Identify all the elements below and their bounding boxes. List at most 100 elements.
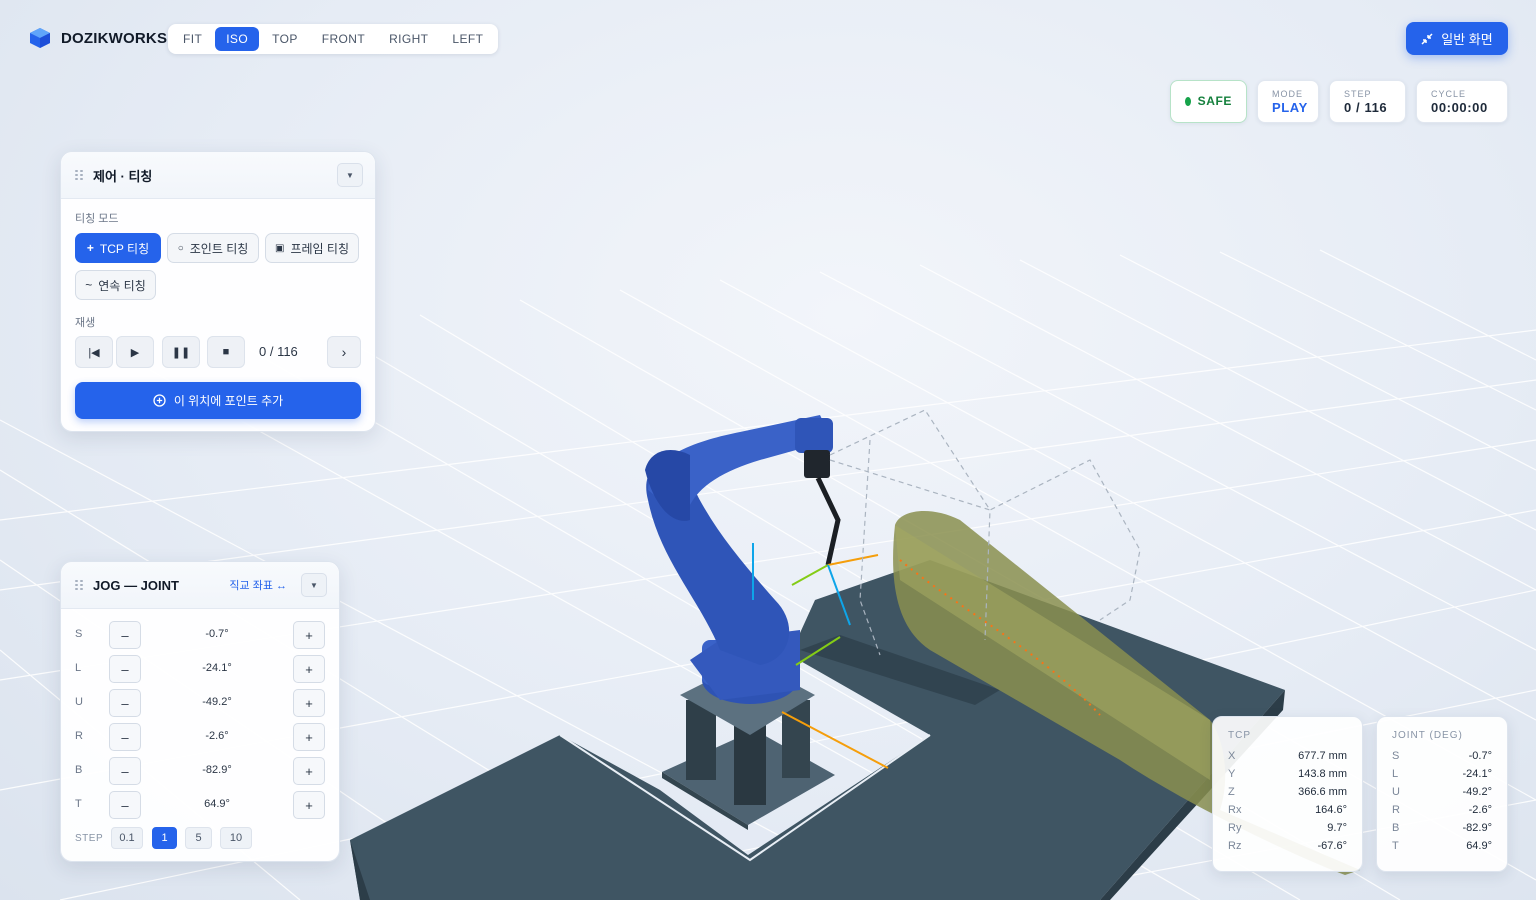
tcp-key: Rx bbox=[1228, 804, 1242, 816]
jog-joint-panel: JOG — JOINT 직교 좌표 ↔ ▼ S – -0.7° + L – -2… bbox=[60, 561, 340, 862]
joint-icon: ○ bbox=[177, 242, 184, 254]
joint-name: B bbox=[75, 764, 83, 776]
tcp-value: 9.7° bbox=[1327, 822, 1347, 834]
tcp-key: Y bbox=[1228, 768, 1236, 780]
joint-readout-row: U -49.2° bbox=[1392, 783, 1492, 801]
joint-readout-row: B -82.9° bbox=[1392, 819, 1492, 837]
joint-key: L bbox=[1392, 768, 1399, 780]
safe-dot-icon bbox=[1185, 97, 1191, 106]
joint-value: -82.9° bbox=[1462, 822, 1492, 834]
joint-value: -24.1° bbox=[1462, 768, 1492, 780]
control-panel-title: 제어 · 티칭 bbox=[93, 168, 153, 184]
jog-panel-header[interactable]: JOG — JOINT 직교 좌표 ↔ ▼ bbox=[61, 562, 339, 609]
joint-key: R bbox=[1392, 804, 1400, 816]
playback-label: 재생 bbox=[75, 317, 96, 329]
joint-t-minus-button[interactable]: – bbox=[109, 791, 141, 819]
tcp-teach-button[interactable]: + TCP 티칭 bbox=[75, 233, 161, 263]
joint-name: T bbox=[75, 798, 82, 810]
cycle-value: 00:00:00 bbox=[1431, 99, 1488, 115]
tcp-readout-panel: TCP X 677.7 mm Y 143.8 mm Z 366.6 mm Rx 164.… bbox=[1212, 716, 1363, 872]
view-fit-button[interactable]: FIT bbox=[172, 27, 213, 51]
tcp-value: 164.6° bbox=[1315, 804, 1347, 816]
step-0-1-button[interactable]: 0.1 bbox=[111, 827, 143, 849]
stop-button[interactable]: ■ bbox=[207, 336, 245, 368]
tcp-key: Ry bbox=[1228, 822, 1242, 834]
joint-b-plus-button[interactable]: + bbox=[293, 757, 325, 785]
collapse-toggle-button[interactable]: ▼ bbox=[301, 573, 327, 597]
joint-row-r: R – -2.6° + bbox=[75, 723, 325, 751]
wave-icon: ~ bbox=[85, 278, 93, 292]
cartesian-toggle-link[interactable]: 직교 좌표 ↔ bbox=[229, 577, 287, 593]
joint-u-plus-button[interactable]: + bbox=[293, 689, 325, 717]
joint-row-l: L – -24.1° + bbox=[75, 655, 325, 683]
joint-readout-title: JOINT (DEG) bbox=[1392, 730, 1463, 741]
joint-key: U bbox=[1392, 786, 1400, 798]
joint-r-value: -2.6° bbox=[205, 730, 229, 742]
view-left-button[interactable]: LEFT bbox=[441, 27, 494, 51]
tcp-value: 143.8 mm bbox=[1298, 768, 1347, 780]
joint-t-plus-button[interactable]: + bbox=[293, 791, 325, 819]
view-toolbar: FIT ISO TOP FRONT RIGHT LEFT bbox=[168, 24, 499, 54]
joint-readout-panel: JOINT (DEG) S -0.7° L -24.1° U -49.2° R -2.6… bbox=[1376, 716, 1508, 872]
joint-value: -0.7° bbox=[1468, 750, 1492, 762]
tcp-key: Rz bbox=[1228, 840, 1242, 852]
tcp-key: X bbox=[1228, 750, 1236, 762]
control-panel-header[interactable]: 제어 · 티칭 ▼ bbox=[61, 152, 375, 199]
safety-status: SAFE bbox=[1197, 94, 1232, 108]
joint-row-s: S – -0.7° + bbox=[75, 621, 325, 649]
view-right-button[interactable]: RIGHT bbox=[378, 27, 439, 51]
step-10-button[interactable]: 10 bbox=[220, 827, 252, 849]
next-step-button[interactable]: › bbox=[327, 336, 361, 368]
view-iso-button[interactable]: ISO bbox=[215, 27, 260, 51]
step-5-button[interactable]: 5 bbox=[185, 827, 212, 849]
view-top-button[interactable]: TOP bbox=[261, 27, 309, 51]
add-circle-icon bbox=[153, 394, 166, 407]
tcp-value: 677.7 mm bbox=[1298, 750, 1347, 762]
joint-l-minus-button[interactable]: – bbox=[109, 655, 141, 683]
joint-row-u: U – -49.2° + bbox=[75, 689, 325, 717]
continuous-teach-button[interactable]: ~ 연속 티칭 bbox=[75, 270, 156, 300]
chevron-right-icon: › bbox=[341, 344, 347, 360]
tcp-readout-title: TCP bbox=[1228, 730, 1251, 741]
exit-fullscreen-button[interactable]: 일반 화면 bbox=[1406, 22, 1508, 55]
brand-name: DOZIKWORKS bbox=[61, 29, 168, 47]
collapse-toggle-button[interactable]: ▼ bbox=[337, 163, 363, 187]
joint-r-plus-button[interactable]: + bbox=[293, 723, 325, 751]
joint-key: S bbox=[1392, 750, 1400, 762]
drag-handle-icon[interactable] bbox=[75, 170, 83, 180]
joint-b-value: -82.9° bbox=[202, 764, 232, 776]
step-1-button[interactable]: 1 bbox=[152, 827, 177, 849]
collapse-arrows-icon bbox=[1421, 32, 1433, 45]
drag-handle-icon[interactable] bbox=[75, 580, 83, 590]
safety-status-badge: SAFE bbox=[1170, 80, 1247, 123]
joint-readout-row: S -0.7° bbox=[1392, 747, 1492, 765]
frame-teach-button[interactable]: ▣ 프레임 티칭 bbox=[265, 233, 359, 263]
brand: DOZIKWORKS bbox=[29, 27, 167, 49]
joint-u-minus-button[interactable]: – bbox=[109, 689, 141, 717]
joint-s-value: -0.7° bbox=[205, 628, 229, 640]
pause-icon: ❚❚ bbox=[171, 346, 191, 359]
step-value: 0 / 116 bbox=[1344, 99, 1388, 115]
play-icon: ▶ bbox=[130, 346, 140, 359]
view-front-button[interactable]: FRONT bbox=[311, 27, 376, 51]
tcp-row-rx: Rx 164.6° bbox=[1228, 801, 1347, 819]
step-label: STEP bbox=[1344, 88, 1372, 99]
pause-button[interactable]: ❚❚ bbox=[162, 336, 200, 368]
rewind-button[interactable]: |◀ bbox=[75, 336, 113, 368]
joint-l-plus-button[interactable]: + bbox=[293, 655, 325, 683]
tcp-key: Z bbox=[1228, 786, 1235, 798]
jog-panel-title: JOG — JOINT bbox=[93, 577, 179, 593]
joint-teach-button[interactable]: ○ 조인트 티칭 bbox=[167, 233, 259, 263]
add-point-button[interactable]: 이 위치에 포인트 추가 bbox=[75, 382, 361, 419]
cycle-label: CYCLE bbox=[1431, 88, 1467, 99]
joint-b-minus-button[interactable]: – bbox=[109, 757, 141, 785]
joint-s-plus-button[interactable]: + bbox=[293, 621, 325, 649]
step-status: STEP 0 / 116 bbox=[1329, 80, 1406, 123]
tcp-value: 366.6 mm bbox=[1298, 786, 1347, 798]
play-button[interactable]: ▶ bbox=[116, 336, 154, 368]
frame-icon: ▣ bbox=[275, 242, 285, 254]
skip-back-icon: |◀ bbox=[88, 346, 100, 359]
joint-s-minus-button[interactable]: – bbox=[109, 621, 141, 649]
tcp-row-y: Y 143.8 mm bbox=[1228, 765, 1347, 783]
joint-r-minus-button[interactable]: – bbox=[109, 723, 141, 751]
